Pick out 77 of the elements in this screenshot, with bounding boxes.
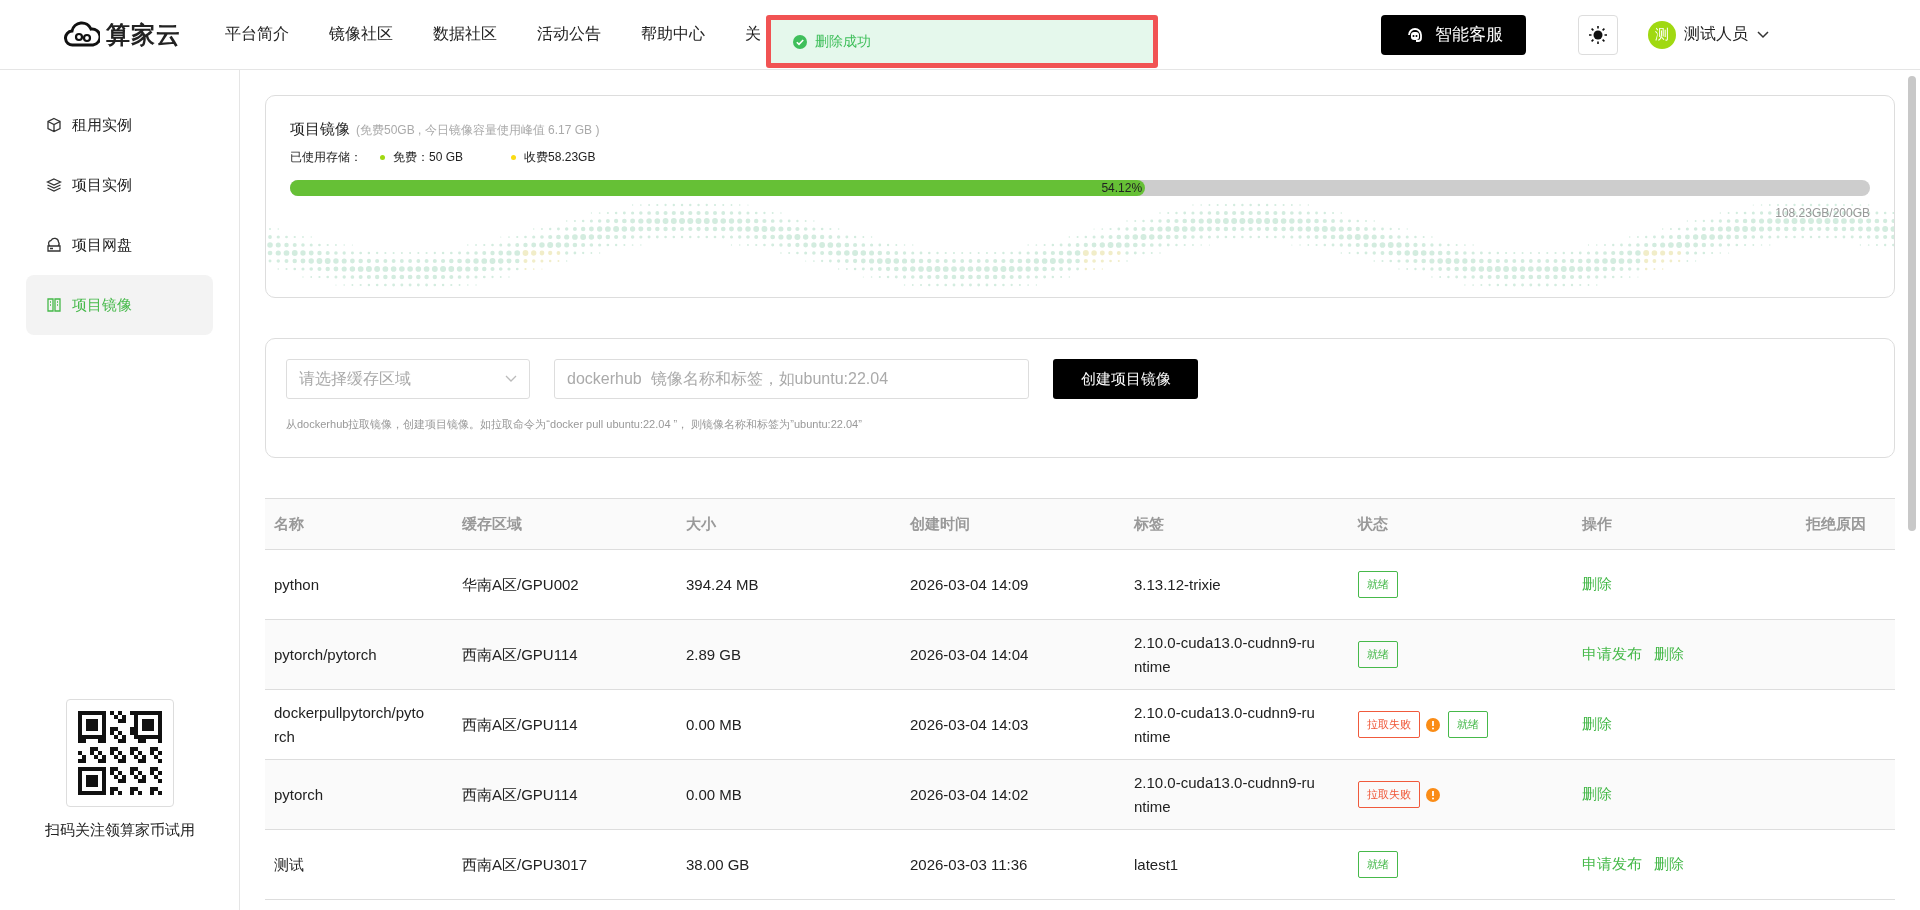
table-cell-text: pytorch/pytorch [273, 644, 378, 665]
check-circle-icon [793, 34, 807, 49]
table-cell-text: 西南A区/GPU114 [461, 644, 579, 665]
table-cell-text: 2026-03-03 11:36 [909, 854, 1029, 875]
column-header: 名称 [273, 514, 305, 534]
column-header: 拒绝原因 [1804, 514, 1867, 534]
scrollbar-thumb[interactable] [1908, 76, 1916, 531]
table-cell-text: 3.13.12-trixie [1133, 574, 1222, 595]
column-header: 大小 [685, 514, 717, 534]
table-cell-text: 2026-03-04 14:04 [909, 644, 1030, 665]
create-hint: 从dockerhub拉取镜像，创建项目镜像。如拉取命令为“docker pull ubuntu:22.04 ”， 则镜像名称和标签为”ubuntu:22.04” [286, 417, 863, 432]
chevron-down-icon [505, 375, 517, 383]
warning-icon[interactable] [1426, 787, 1440, 802]
table-cell-text: 2026-03-04 14:09 [909, 574, 1030, 595]
table-cell-text: python [273, 574, 321, 595]
nav-link[interactable]: 帮助中心 [641, 24, 705, 45]
nav-link[interactable]: 数据社区 [433, 24, 497, 45]
column-header: 缓存区域 [461, 514, 523, 534]
nav-link[interactable]: 关 [745, 24, 761, 45]
sidebar-item[interactable]: 租用实例 [26, 95, 213, 155]
qr-code-icon [77, 711, 162, 795]
column-header: 状态 [1356, 514, 1389, 534]
legend-label: 免费：50 GB [393, 149, 464, 166]
storage-total: 108.23GB/200GB [1775, 206, 1870, 220]
table-cell-text: 2.10.0-cuda13.0-cudnn9-runtime [1133, 772, 1316, 817]
image-name-field[interactable]: dockerhub 镜像名称和标签，如ubuntu:22.04 [554, 359, 1029, 399]
column-header: 操作 [1581, 514, 1613, 534]
table-cell-text: 0.00 MB [685, 714, 743, 735]
warning-icon[interactable] [1426, 717, 1440, 732]
theme-toggle-button[interactable] [1578, 14, 1618, 55]
status-tag: 拉取失败 [1358, 781, 1420, 808]
sidebar-item[interactable]: 项目网盘 [26, 215, 213, 275]
cloud-logo-icon [64, 20, 100, 49]
legend-label: 收费58.23GB [524, 149, 596, 166]
table-cell-text: pytorch [273, 784, 325, 805]
qr-caption: 扫码关注领算家币试用 [44, 821, 195, 840]
table-cell-text: 2.89 GB [685, 644, 743, 665]
table-cell-text: latest1 [1133, 854, 1180, 875]
sun-icon [1588, 24, 1608, 45]
table-cell-text: 西南A区/GPU114 [461, 714, 579, 735]
table-cell-text: 西南A区/GPU114 [461, 784, 579, 805]
nav-link[interactable]: 镜像社区 [329, 24, 393, 45]
table-cell-text: 0.00 MB [685, 784, 743, 805]
toast-message: 删除成功 [815, 32, 871, 51]
user-name[interactable]: 测试人员 [1684, 24, 1748, 45]
sidebar-icon [46, 237, 62, 253]
column-header: 标签 [1132, 514, 1165, 534]
status-tag: 拉取失败 [1358, 711, 1420, 738]
table-cell-text: 西南A区/GPU3017 [461, 854, 589, 875]
card-title: 项目镜像 [290, 120, 350, 139]
progress-percent: 54.12% [1101, 181, 1144, 195]
used-storage-label: 已使用存储： [290, 149, 362, 166]
status-tag: 就绪 [1448, 711, 1488, 738]
table-cell-text: 2.10.0-cuda13.0-cudnn9-runtime [1133, 632, 1316, 677]
status-tag: 就绪 [1358, 641, 1398, 668]
chevron-down-icon[interactable] [1756, 29, 1770, 40]
sidebar-item[interactable]: 项目实例 [26, 155, 213, 215]
nav-link[interactable]: 平台简介 [225, 24, 289, 45]
table-cell-text: 394.24 MB [685, 574, 760, 595]
logo-text: 算家云 [106, 19, 181, 50]
support-button[interactable]: 智能客服 [1381, 14, 1526, 55]
nav-link[interactable]: 活动公告 [537, 24, 601, 45]
status-tag: 就绪 [1358, 571, 1398, 598]
create-image-button[interactable]: 创建项目镜像 [1053, 359, 1198, 399]
table-cell-text: dockerpullpytorch/pytorch [273, 702, 426, 747]
storage-note: (免费50GB , 今日镜像容量使用峰值 6.17 GB ) [356, 122, 600, 139]
table-cell-text: 测试 [273, 854, 305, 875]
table-cell-text: 2026-03-04 14:03 [909, 714, 1030, 735]
table-cell-text: 38.00 GB [685, 854, 751, 875]
status-tag: 就绪 [1358, 851, 1398, 878]
sidebar-icon [46, 177, 62, 193]
table-cell-text: 华南A区/GPU002 [461, 574, 580, 595]
sidebar-icon [46, 117, 62, 133]
table-cell-text: 2.10.0-cuda13.0-cudnn9-runtime [1133, 702, 1316, 747]
column-header: 创建时间 [909, 514, 971, 534]
table-cell-text: 2026-03-04 14:02 [909, 784, 1030, 805]
sidebar-icon [46, 297, 62, 313]
